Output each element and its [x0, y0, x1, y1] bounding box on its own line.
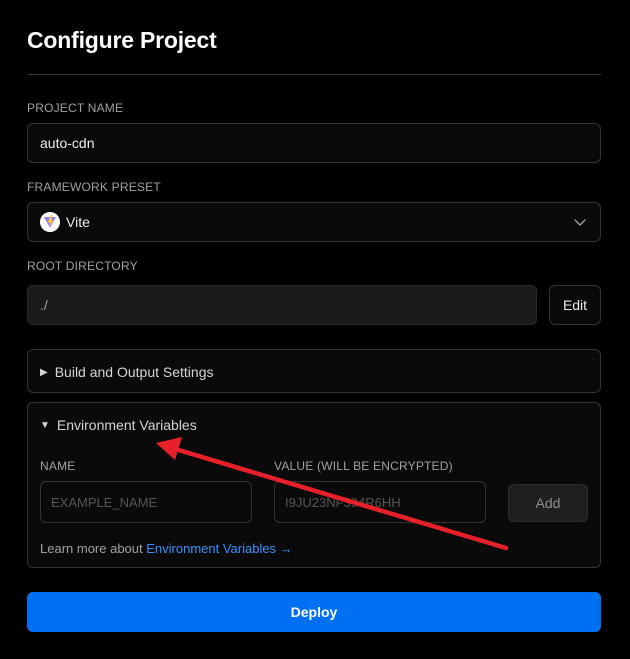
root-directory-input: ./: [27, 285, 537, 325]
env-name-label: NAME: [40, 459, 76, 473]
page-title: Configure Project: [27, 27, 217, 53]
learn-more-text: Learn more about Environment Variables →: [40, 541, 293, 556]
root-directory-label: ROOT DIRECTORY: [27, 259, 138, 273]
env-value-label: VALUE (WILL BE ENCRYPTED): [274, 459, 453, 473]
edit-root-directory-button[interactable]: Edit: [549, 285, 601, 325]
project-name-input[interactable]: auto-cdn: [27, 123, 601, 163]
vite-logo-icon: [40, 212, 60, 232]
framework-preset-label: FRAMEWORK PRESET: [27, 180, 161, 194]
build-output-settings-panel[interactable]: ▶ Build and Output Settings: [27, 349, 601, 393]
build-output-settings-toggle[interactable]: ▶ Build and Output Settings: [40, 364, 213, 380]
project-name-value: auto-cdn: [40, 135, 95, 151]
deploy-button[interactable]: Deploy: [27, 592, 601, 632]
project-name-label: PROJECT NAME: [27, 101, 124, 115]
add-env-variable-button[interactable]: Add: [508, 484, 588, 522]
chevron-down-icon: [574, 219, 586, 226]
env-name-placeholder: EXAMPLE_NAME: [51, 494, 158, 510]
root-directory-value: ./: [40, 297, 48, 313]
env-name-input[interactable]: EXAMPLE_NAME: [40, 481, 252, 523]
env-value-input[interactable]: I9JU23NF394R6HH: [274, 481, 486, 523]
framework-preset-select[interactable]: Vite: [27, 202, 601, 242]
triangle-right-icon: ▶: [40, 366, 48, 378]
environment-variables-link[interactable]: Environment Variables →: [146, 541, 292, 556]
framework-preset-value: Vite: [66, 214, 90, 230]
learn-more-prefix: Learn more about: [40, 541, 147, 556]
triangle-down-icon: ▼: [40, 419, 50, 431]
env-value-placeholder: I9JU23NF394R6HH: [285, 494, 401, 510]
environment-variables-toggle[interactable]: ▼ Environment Variables: [40, 417, 197, 433]
build-output-settings-label: Build and Output Settings: [54, 364, 214, 380]
header-divider: [27, 74, 601, 75]
environment-variables-label: Environment Variables: [56, 417, 197, 433]
configure-project-page: Configure Project PROJECT NAME auto-cdn …: [0, 0, 630, 659]
